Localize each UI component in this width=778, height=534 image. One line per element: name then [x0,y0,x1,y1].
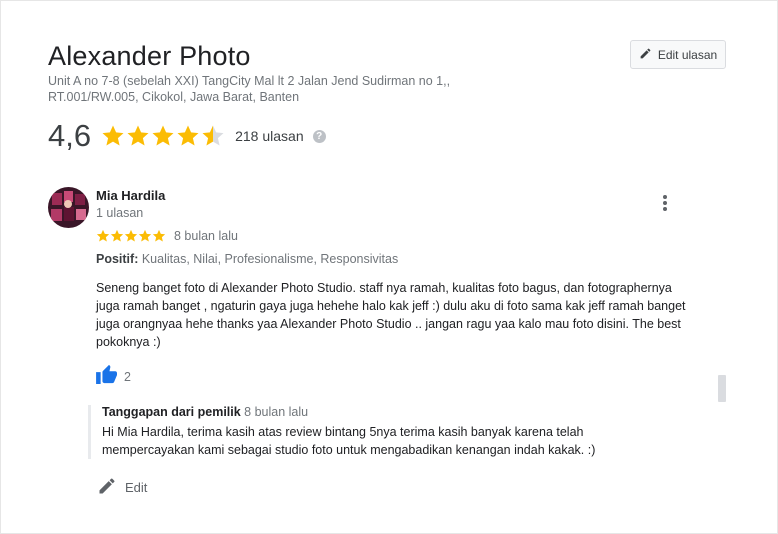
owner-reply-time: 8 bulan lalu [244,405,309,419]
review-rating: 8 bulan lalu [96,229,238,243]
edit-button[interactable]: Edit [97,476,147,499]
avatar[interactable] [48,187,89,228]
review-stars [96,229,166,243]
address-line-1: Unit A no 7-8 (sebelah XXI) TangCity Mal… [48,74,451,88]
help-icon[interactable]: ? [312,129,326,143]
rating-summary: 4,6 218 ulasan ? [48,118,326,154]
reviewer-review-count: 1 ulasan [96,206,144,220]
place-address: Unit A no 7-8 (sebelah XXI) TangCity Mal… [48,73,488,105]
pencil-icon [639,47,652,63]
review-count[interactable]: 218 ulasan [235,128,304,144]
review-positives: Positif: Kualitas, Nilai, Profesionalism… [96,252,398,266]
owner-reply-label: Tanggapan dari pemilik [102,405,241,419]
edit-label: Edit [125,480,148,495]
edit-review-label: Edit ulasan [657,47,718,62]
like-count: 2 [124,369,131,384]
address-line-2: RT.001/RW.005, Cikokol, Jawa Barat, Bant… [48,90,300,104]
star-icon [127,125,149,146]
star-icon [152,125,174,146]
review-text: Seneng banget foto di Alexander Photo St… [96,281,686,349]
average-stars [101,124,225,148]
star-icon [177,125,199,146]
pencil-icon [97,476,117,499]
scrollbar-thumb[interactable] [718,375,726,402]
positives-label: Positif: [96,252,139,266]
more-vert-icon[interactable] [658,193,672,213]
thumbs-up-icon [96,364,118,389]
like-button[interactable]: 2 [96,364,131,389]
reviewer-name[interactable]: Mia Hardila [96,188,165,203]
star-icon [152,229,166,242]
owner-reply: Tanggapan dari pemilik 8 bulan lalu Hi M… [88,405,662,459]
star-icon [110,229,124,242]
edit-review-button[interactable]: Edit ulasan [630,40,726,69]
star-icon [138,229,152,242]
owner-reply-header: Tanggapan dari pemilik 8 bulan lalu [102,405,662,419]
star-icon [102,125,124,146]
star-icon [96,229,110,242]
average-score: 4,6 [48,118,92,153]
star-icon [202,125,224,146]
owner-reply-text: Hi Mia Hardila, terima kasih atas review… [102,425,596,457]
place-title: Alexander Photo [48,41,251,71]
positives-items: Kualitas, Nilai, Profesionalisme, Respon… [141,252,399,266]
review-time: 8 bulan lalu [174,229,238,243]
star-icon [124,229,138,242]
